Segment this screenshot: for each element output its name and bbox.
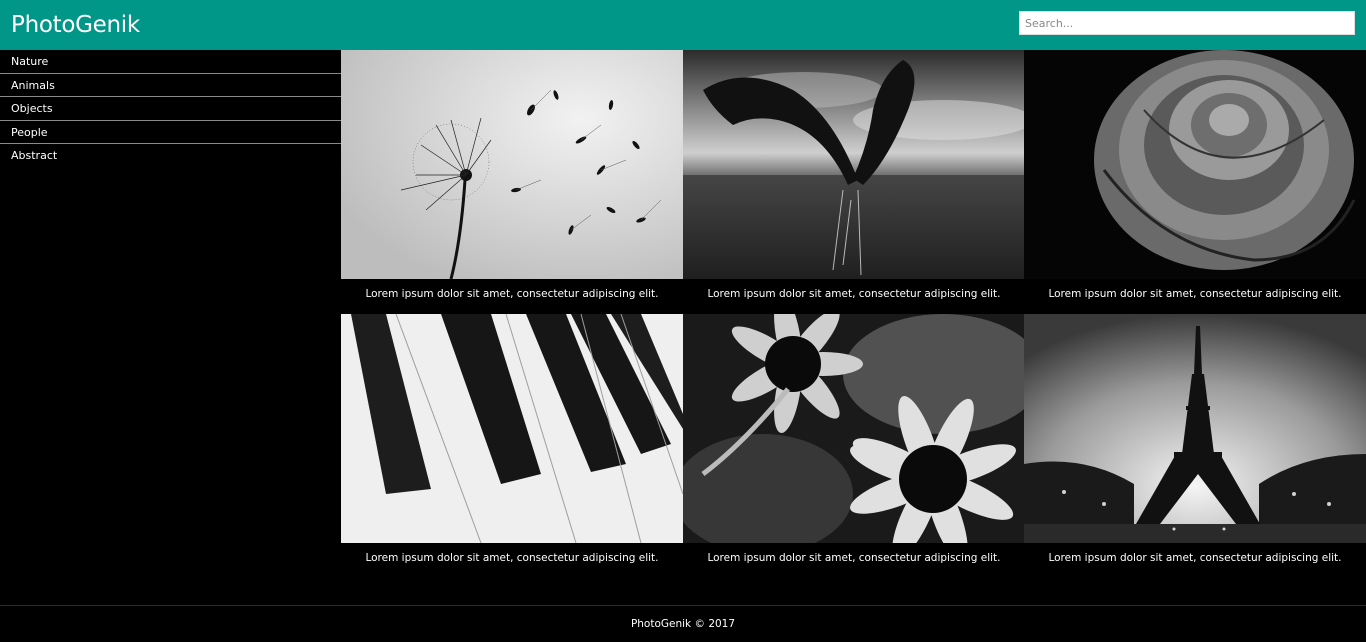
site-footer: PhotoGenik © 2017 [0, 605, 1366, 642]
site-header: PhotoGenik [0, 0, 1366, 50]
photo-caption: Lorem ipsum dolor sit amet, consectetur … [1048, 288, 1342, 300]
photo-caption: Lorem ipsum dolor sit amet, consectetur … [365, 552, 659, 564]
gallery-card: Lorem ipsum dolor sit amet, consectetur … [683, 50, 1025, 314]
brand-logo[interactable]: PhotoGenik [11, 10, 140, 40]
photo-caption: Lorem ipsum dolor sit amet, consectetur … [707, 552, 1001, 564]
footer-copyright: PhotoGenik © 2017 [630, 618, 736, 630]
search-input[interactable] [1019, 11, 1355, 35]
sidebar-item-nature[interactable]: Nature [0, 50, 341, 74]
photo-caption: Lorem ipsum dolor sit amet, consectetur … [365, 288, 659, 300]
photo-dandelion[interactable] [341, 50, 683, 279]
photo-piano[interactable] [341, 314, 683, 543]
sidebar-item-abstract[interactable]: Abstract [0, 144, 341, 168]
gallery-card: Lorem ipsum dolor sit amet, consectetur … [341, 314, 683, 578]
gallery-card: Lorem ipsum dolor sit amet, consectetur … [683, 314, 1025, 578]
photo-caption: Lorem ipsum dolor sit amet, consectetur … [707, 288, 1001, 300]
gallery-card: Lorem ipsum dolor sit amet, consectetur … [1024, 50, 1366, 314]
gallery-card: Lorem ipsum dolor sit amet, consectetur … [1024, 314, 1366, 578]
photo-rose[interactable] [1024, 50, 1366, 279]
sidebar-nav: Nature Animals Objects People Abstract [0, 50, 341, 605]
photo-daisies[interactable] [683, 314, 1025, 543]
sidebar-item-objects[interactable]: Objects [0, 97, 341, 121]
photo-eiffel-tower[interactable] [1024, 314, 1366, 543]
sidebar-item-animals[interactable]: Animals [0, 74, 341, 98]
photo-caption: Lorem ipsum dolor sit amet, consectetur … [1048, 552, 1342, 564]
photo-dolphins[interactable] [683, 50, 1025, 279]
gallery-card: Lorem ipsum dolor sit amet, consectetur … [341, 50, 683, 314]
sidebar-item-people[interactable]: People [0, 121, 341, 145]
